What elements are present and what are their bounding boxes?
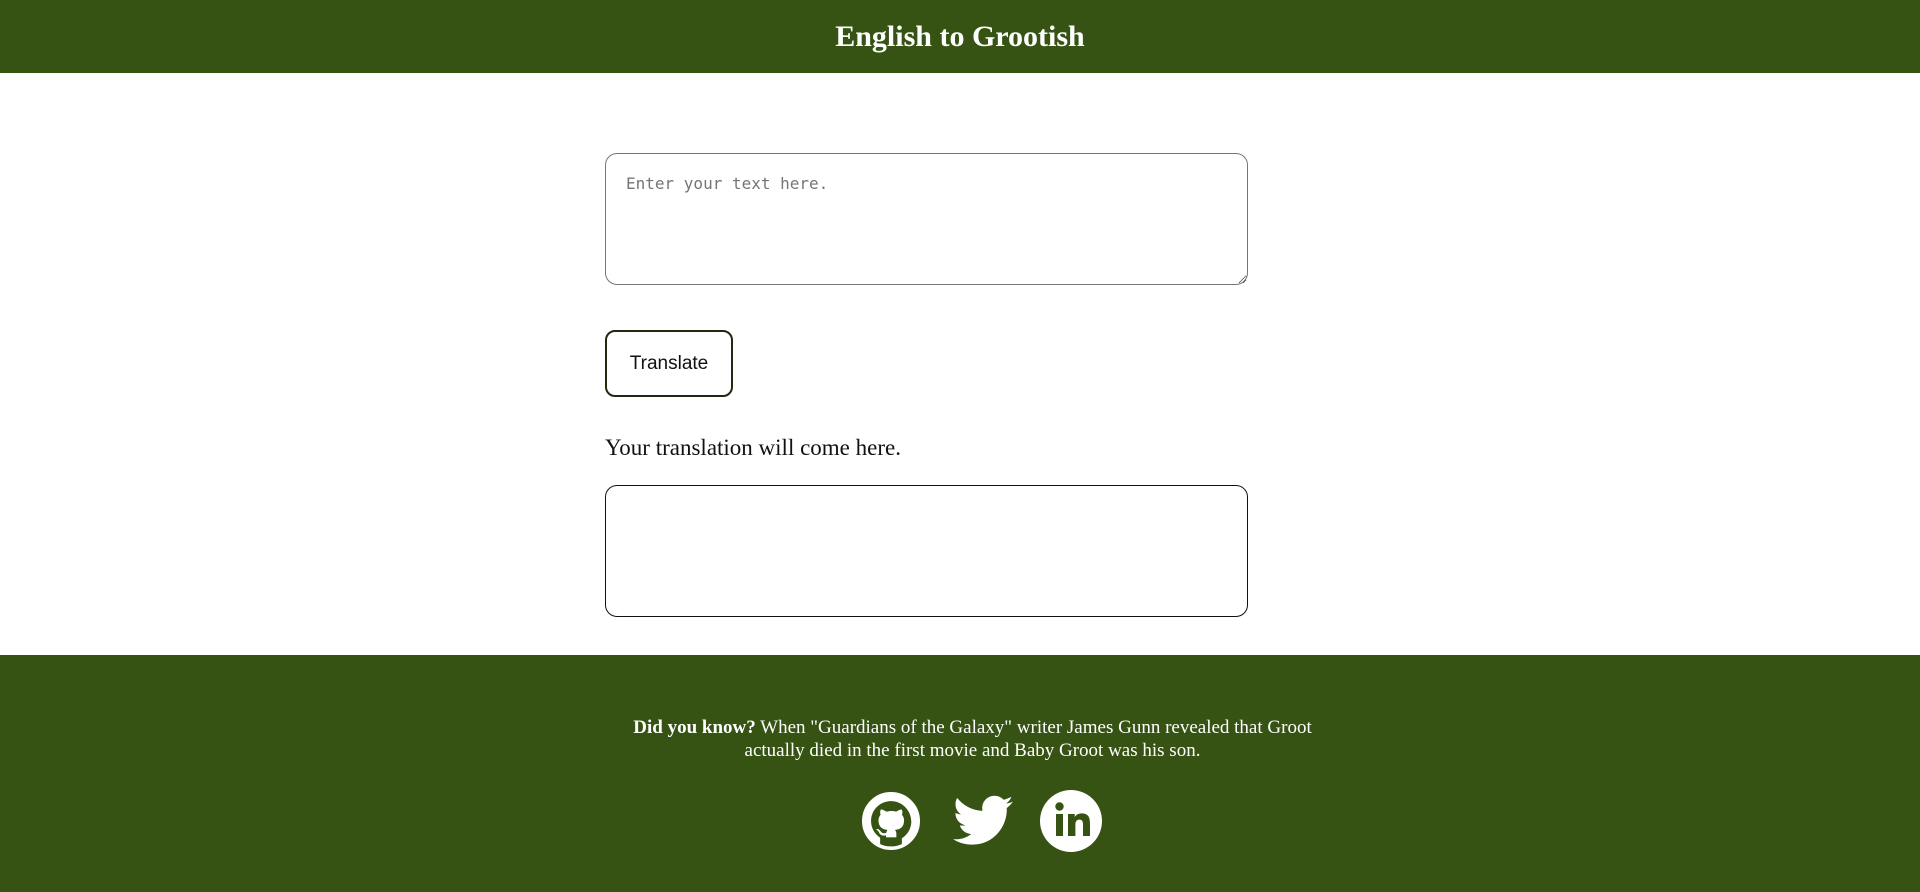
trivia-heading: Did you know?	[633, 717, 756, 738]
twitter-link[interactable]	[950, 789, 1016, 853]
main-content: Translate Your translation will come her…	[0, 73, 1920, 655]
trivia-body: When "Guardians of the Galaxy" writer Ja…	[744, 717, 1312, 761]
github-link[interactable]	[862, 792, 920, 850]
linkedin-icon	[1040, 790, 1102, 852]
output-label: Your translation will come here.	[605, 435, 901, 460]
footer: Did you know? When "Guardians of the Gal…	[0, 655, 1920, 892]
twitter-icon	[953, 795, 1013, 845]
linkedin-link[interactable]	[1039, 789, 1103, 853]
social-links	[0, 789, 1920, 853]
app-header: English to Grootish	[0, 0, 1920, 73]
github-icon	[862, 792, 920, 850]
text-input[interactable]	[605, 153, 1248, 285]
translate-button[interactable]: Translate	[605, 330, 733, 397]
trivia-text: Did you know? When "Guardians of the Gal…	[610, 716, 1335, 762]
translation-output	[605, 485, 1248, 617]
page-title: English to Grootish	[835, 19, 1085, 53]
